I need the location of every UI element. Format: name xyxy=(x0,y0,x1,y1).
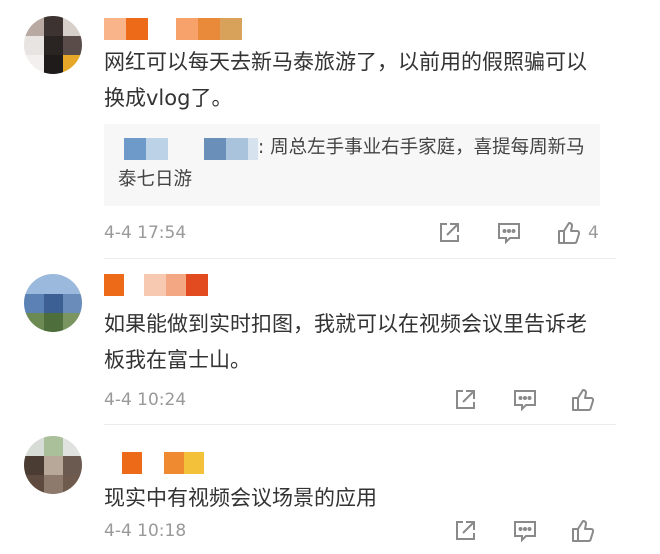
share-button[interactable] xyxy=(452,518,478,544)
like-button[interactable] xyxy=(570,387,596,413)
like-button[interactable] xyxy=(556,220,582,246)
timestamp: 4-4 10:18 xyxy=(104,521,187,541)
comment-text: 如果能做到实时扣图，我就可以在视频会议里告诉老板我在富士山。 xyxy=(104,312,587,372)
avatar[interactable] xyxy=(24,16,82,74)
comment-button[interactable] xyxy=(512,518,538,544)
share-icon xyxy=(440,223,459,242)
comment-text: 网红可以每天去新马泰旅游了，以前用的假照骗可以换成vlog了。 xyxy=(104,50,587,110)
share-button[interactable] xyxy=(436,220,462,246)
timestamp: 4-4 10:24 xyxy=(104,390,187,410)
share-button[interactable] xyxy=(452,387,478,413)
comment-icon xyxy=(498,223,520,245)
avatar[interactable] xyxy=(24,436,82,494)
quoted-reply[interactable]: : 周总左手事业右手家庭，喜提每周新马泰七日游 xyxy=(104,124,600,206)
share-icon xyxy=(456,521,475,540)
timestamp: 4-4 17:54 xyxy=(104,223,187,243)
share-icon xyxy=(456,390,475,409)
like-icon xyxy=(572,520,595,542)
comment-text: 现实中有视频会议场景的应用 xyxy=(104,486,377,510)
username[interactable] xyxy=(104,452,204,474)
comment-icon xyxy=(514,521,536,543)
divider xyxy=(104,424,616,425)
like-count: 4 xyxy=(588,223,599,243)
divider xyxy=(104,258,616,259)
like-icon xyxy=(572,389,595,411)
username[interactable] xyxy=(104,18,244,40)
like-icon xyxy=(558,222,581,244)
quoted-reply-text: : 周总左手事业右手家庭，喜提每周新马泰七日游 xyxy=(118,137,585,190)
like-button[interactable] xyxy=(570,518,596,544)
comment-button[interactable] xyxy=(496,220,522,246)
username[interactable] xyxy=(104,274,214,296)
comment-icon xyxy=(514,390,536,412)
avatar[interactable] xyxy=(24,274,82,332)
comment-button[interactable] xyxy=(512,387,538,413)
